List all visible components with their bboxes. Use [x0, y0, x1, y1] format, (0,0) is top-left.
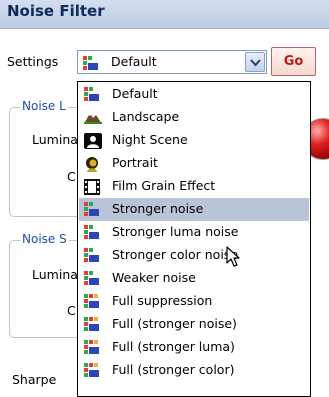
dropdown-item-stronger-luma-noise[interactable]: Stronger luma noise [79, 221, 309, 244]
full-preset-icon [84, 294, 100, 312]
preset-icon [84, 225, 100, 243]
dropdown-item-default[interactable]: Default [79, 83, 309, 106]
portrait-icon [84, 156, 100, 176]
preset-icon [84, 271, 100, 289]
film-strip-icon [84, 179, 100, 199]
preset-icon [84, 202, 100, 220]
mouse-pointer-icon [226, 246, 240, 267]
group-title: Noise L [20, 99, 68, 113]
go-button[interactable]: Go [271, 47, 316, 76]
preset-icon [84, 248, 100, 266]
dropdown-item-full-stronger-color[interactable]: Full (stronger color) [79, 359, 309, 382]
preset-icon [83, 56, 99, 74]
dropdown-item-full-stronger-luma[interactable]: Full (stronger luma) [79, 336, 309, 359]
dropdown-item-stronger-noise[interactable]: Stronger noise [79, 198, 309, 221]
full-preset-icon [84, 340, 100, 358]
dropdown-item-night-scene[interactable]: Night Scene [79, 129, 309, 152]
dropdown-item-label: Full (stronger noise) [112, 316, 237, 331]
luminance-label: Lumina [32, 267, 78, 282]
preset-icon [84, 87, 100, 105]
dropdown-item-label: Stronger color noise [112, 247, 239, 262]
chroma-label: C [67, 303, 76, 318]
group-title: Noise S [20, 232, 69, 246]
night-scene-icon [84, 133, 102, 153]
dropdown-item-label: Full suppression [112, 293, 213, 308]
dropdown-item-film-grain[interactable]: Film Grain Effect [79, 175, 309, 198]
dropdown-item-stronger-color-noise[interactable]: Stronger color noise [79, 244, 309, 267]
chroma-label: C [67, 169, 76, 184]
landscape-icon [84, 110, 102, 128]
dropdown-item-full-suppression[interactable]: Full suppression [79, 290, 309, 313]
panel-title: Noise Filter [7, 2, 105, 20]
dropdown-item-label: Film Grain Effect [112, 178, 216, 193]
dropdown-item-label: Stronger luma noise [112, 224, 239, 239]
dropdown-item-label: Full (stronger luma) [112, 339, 235, 354]
dropdown-item-weaker-noise[interactable]: Weaker noise [79, 267, 309, 290]
sharpen-label: Sharpe [12, 372, 57, 387]
dropdown-item-full-stronger-noise[interactable]: Full (stronger noise) [79, 313, 309, 336]
full-preset-icon [84, 363, 100, 381]
dropdown-item-label: Weaker noise [112, 270, 196, 285]
settings-combobox[interactable]: Default [77, 50, 267, 74]
dropdown-item-label: Landscape [112, 109, 180, 124]
dropdown-item-label: Default [112, 86, 158, 101]
dropdown-item-label: Full (stronger color) [112, 362, 235, 377]
luminance-label: Lumina [32, 132, 78, 147]
settings-dropdown-list[interactable]: Default Landscape Night Scene Portrait F [77, 81, 311, 397]
full-preset-icon [84, 317, 100, 335]
dropdown-item-portrait[interactable]: Portrait [79, 152, 309, 175]
dropdown-item-label: Portrait [112, 155, 158, 170]
combo-dropdown-button[interactable] [245, 52, 265, 72]
settings-selected-value: Default [111, 54, 157, 69]
chevron-down-icon [250, 59, 261, 67]
title-bar: Noise Filter [0, 0, 329, 29]
dropdown-item-label: Night Scene [112, 132, 188, 147]
settings-label: Settings [7, 54, 59, 69]
dropdown-item-landscape[interactable]: Landscape [79, 106, 309, 129]
noise-filter-panel: Noise Filter Settings Default Go Noise L… [0, 0, 329, 397]
dropdown-item-label: Stronger noise [112, 201, 204, 216]
